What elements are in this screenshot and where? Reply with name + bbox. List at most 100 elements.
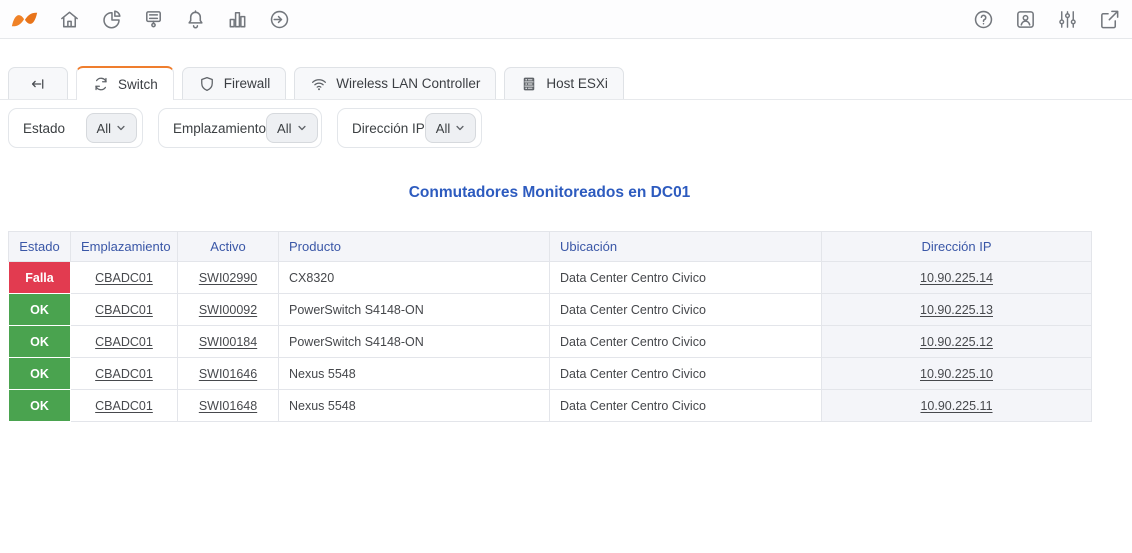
topbar-right-icons [972,8,1121,31]
activo-link[interactable]: SWI00092 [199,303,257,317]
home-icon[interactable] [58,8,81,31]
filter-estado-value: All [97,121,111,136]
table-row: Falla CBADC01 SWI02990 CX8320Data Center Ce… [9,262,1092,294]
direccion-ip-link[interactable]: 10.90.225.13 [920,303,993,317]
emplazamiento-link[interactable]: CBADC01 [95,399,153,413]
emplazamiento-link[interactable]: CBADC01 [95,335,153,349]
producto-cell: PowerSwitch S4148-ON [279,326,550,358]
login-icon[interactable] [268,8,291,31]
table-row: OK CBADC01 SWI00184 PowerSwitch S4148-ONDat… [9,326,1092,358]
status-cell: OK [9,294,71,326]
ubicacion-cell: Data Center Centro Civico [550,326,822,358]
status-cell: OK [9,326,71,358]
poller-icon[interactable] [142,8,165,31]
table-row: OK CBADC01 SWI01648 Nexus 5548Data Center C… [9,390,1092,422]
column-header-estado: Estado [9,232,71,262]
activo-link[interactable]: SWI01646 [199,367,257,381]
emplazamiento-cell: CBADC01 [71,294,178,326]
tab-wireless-lan-controller-label: Wireless LAN Controller [336,76,480,91]
collapse-left-icon [29,75,47,93]
column-header-direccion-ip: Dirección IP [822,232,1092,262]
activo-cell: SWI01646 [178,358,279,390]
column-header-ubicacion: Ubicación [550,232,822,262]
top-navigation-bar [0,0,1132,39]
direccion-ip-cell: 10.90.225.14 [822,262,1092,294]
table-header: Estado Emplazamiento Activo Producto Ubi… [9,232,1092,262]
wifi-icon [310,75,328,93]
emplazamiento-link[interactable]: CBADC01 [95,271,153,285]
sync-icon [92,75,110,93]
table-header-row: Estado Emplazamiento Activo Producto Ubi… [9,232,1092,262]
ubicacion-cell: Data Center Centro Civico [550,262,822,294]
ubicacion-cell: Data Center Centro Civico [550,390,822,422]
emplazamiento-cell: CBADC01 [71,326,178,358]
activo-link[interactable]: SWI01648 [199,399,257,413]
collapse-tab[interactable] [8,67,68,99]
status-cell: Falla [9,262,71,294]
direccion-ip-link[interactable]: 10.90.225.14 [920,271,993,285]
switches-table-section: Estado Emplazamiento Activo Producto Ubi… [8,231,1132,422]
activo-link[interactable]: SWI02990 [199,271,257,285]
filter-direccion-ip-value: All [436,121,450,136]
chevron-down-icon [116,123,126,133]
shield-icon [198,75,216,93]
centreon-logo[interactable] [11,9,38,30]
notifications-bell-icon[interactable] [184,8,207,31]
parameters-icon[interactable] [1056,8,1079,31]
ubicacion-cell: Data Center Centro Civico [550,294,822,326]
direccion-ip-link[interactable]: 10.90.225.11 [920,399,992,413]
producto-cell: Nexus 5548 [279,358,550,390]
filter-emplazamiento-dropdown[interactable]: All [266,113,317,143]
producto-cell: CX8320 [279,262,550,294]
activo-cell: SWI02990 [178,262,279,294]
filter-row: Estado All Emplazamiento All Dirección I… [0,108,1132,148]
filter-estado-dropdown[interactable]: All [86,113,137,143]
device-type-tabbar: Switch Firewall Wireless LAN Controller … [0,67,1132,100]
tab-firewall-label: Firewall [224,76,271,91]
emplazamiento-link[interactable]: CBADC01 [95,367,153,381]
direccion-ip-cell: 10.90.225.11 [822,390,1092,422]
producto-cell: PowerSwitch S4148-ON [279,294,550,326]
filter-emplazamiento-value: All [277,121,291,136]
switches-table: Estado Emplazamiento Activo Producto Ubi… [8,231,1092,422]
filter-emplazamiento-label: Emplazamiento [173,121,266,136]
status-cell: OK [9,390,71,422]
topbar-left-icons [58,8,291,31]
emplazamiento-cell: CBADC01 [71,262,178,294]
emplazamiento-cell: CBADC01 [71,390,178,422]
status-cell: OK [9,358,71,390]
page-title: Conmutadores Monitoreados en DC01 [8,184,1091,202]
filter-emplazamiento: Emplazamiento All [158,108,322,148]
tab-firewall[interactable]: Firewall [182,67,287,99]
tab-switch[interactable]: Switch [76,66,174,100]
filter-direccion-ip: Dirección IP All [337,108,482,148]
column-header-emplazamiento: Emplazamiento [71,232,178,262]
direccion-ip-cell: 10.90.225.13 [822,294,1092,326]
table-body: FallaCBADC01SWI02990CX8320Data Center Ce… [9,262,1092,422]
filter-estado-label: Estado [23,121,65,136]
external-link-icon[interactable] [1098,8,1121,31]
help-icon[interactable] [972,8,995,31]
filter-estado: Estado All [8,108,143,148]
tab-host-esxi-label: Host ESXi [546,76,608,91]
activo-link[interactable]: SWI00184 [199,335,257,349]
server-icon [520,75,538,93]
activo-cell: SWI01648 [178,390,279,422]
activo-cell: SWI00092 [178,294,279,326]
tab-switch-label: Switch [118,77,158,92]
emplazamiento-link[interactable]: CBADC01 [95,303,153,317]
pie-chart-icon[interactable] [100,8,123,31]
direccion-ip-link[interactable]: 10.90.225.10 [920,367,993,381]
tab-host-esxi[interactable]: Host ESXi [504,67,624,99]
profile-icon[interactable] [1014,8,1037,31]
filter-direccion-ip-label: Dirección IP [352,121,425,136]
column-header-activo: Activo [178,232,279,262]
direccion-ip-link[interactable]: 10.90.225.12 [920,335,993,349]
tab-wireless-lan-controller[interactable]: Wireless LAN Controller [294,67,496,99]
column-header-producto: Producto [279,232,550,262]
activo-cell: SWI00184 [178,326,279,358]
filter-direccion-ip-dropdown[interactable]: All [425,113,476,143]
chevron-down-icon [455,123,465,133]
producto-cell: Nexus 5548 [279,390,550,422]
statistics-icon[interactable] [226,8,249,31]
